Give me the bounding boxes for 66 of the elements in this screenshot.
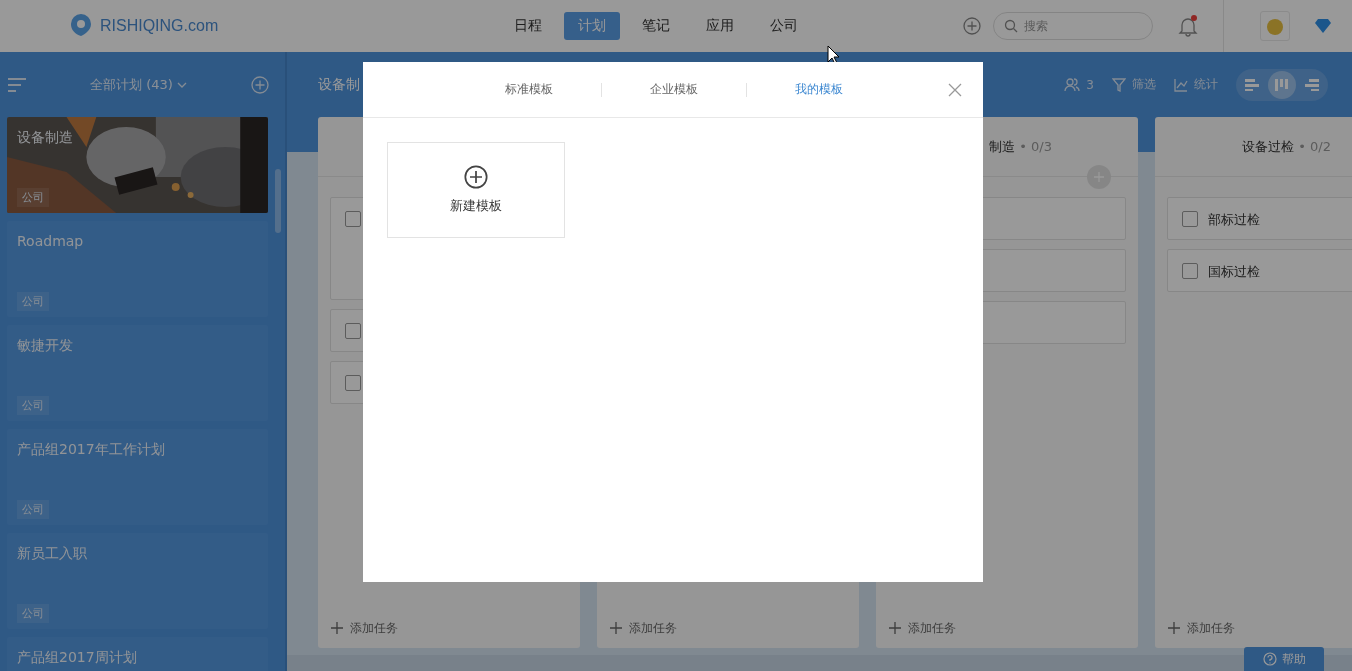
filter-button[interactable]: 筛选: [1112, 76, 1156, 93]
column-title: 设备过检 • 0/2: [1242, 137, 1331, 156]
checkbox[interactable]: [1182, 211, 1198, 227]
plus-icon: [609, 621, 623, 635]
template-tab[interactable]: 企业模板: [602, 81, 746, 98]
plan-title: 产品组2017年工作计划: [17, 441, 166, 459]
chevron-down-icon: [176, 81, 187, 88]
stats-button[interactable]: 统计: [1174, 76, 1218, 93]
checkbox[interactable]: [345, 375, 361, 391]
plan-title: 新员工入职: [17, 545, 88, 563]
plan-title: 产品组2017周计划: [17, 649, 138, 667]
add-task-button[interactable]: 添加任务: [1155, 608, 1352, 648]
checkbox[interactable]: [1182, 263, 1198, 279]
logo-text: RISHIQING.com: [100, 17, 219, 35]
task-label: 国标过检: [1208, 263, 1260, 281]
new-template-card[interactable]: 新建模板: [387, 142, 565, 238]
diamond-icon[interactable]: [1314, 18, 1332, 34]
people-icon: [1064, 77, 1081, 92]
plus-icon: [1167, 621, 1181, 635]
search-icon: [1004, 19, 1018, 33]
board-title: 设备制: [318, 75, 360, 94]
plan-card[interactable]: 产品组2017年工作计划 公司: [7, 429, 268, 525]
line-chart-icon: [1174, 77, 1188, 92]
avatar[interactable]: [1260, 11, 1290, 41]
add-task-button[interactable]: 添加任务: [876, 608, 1138, 648]
nav-tab[interactable]: 日程: [500, 12, 556, 40]
funnel-icon: [1112, 77, 1126, 92]
task-label: 部标过检: [1208, 211, 1260, 229]
nav-tab[interactable]: 应用: [692, 12, 748, 40]
column-title: 制造 • 0/3: [989, 137, 1052, 156]
plan-filter-dropdown[interactable]: 全部计划 (43): [26, 75, 251, 94]
help-button[interactable]: 帮助: [1244, 647, 1324, 671]
plan-card[interactable]: 敏捷开发 公司: [7, 325, 268, 421]
question-icon: [1262, 652, 1277, 666]
plan-title: Roadmap: [17, 233, 85, 249]
plan-card[interactable]: 新员工入职 公司: [7, 533, 268, 629]
plan-title: 设备制造: [17, 129, 74, 147]
add-task-button[interactable]: 添加任务: [597, 608, 859, 648]
plan-card[interactable]: Roadmap 公司: [7, 221, 268, 317]
members-button[interactable]: 3: [1064, 77, 1094, 92]
plan-card[interactable]: 产品组2017周计划: [7, 637, 268, 671]
columns-icon: [1275, 78, 1289, 91]
nav-tab[interactable]: 公司: [756, 12, 812, 40]
horizontal-scrollbar[interactable]: [287, 655, 1352, 671]
task-card[interactable]: 国标过检: [1167, 249, 1352, 292]
add-task-button[interactable]: 添加任务: [318, 608, 580, 648]
nav-tab[interactable]: 计划: [564, 12, 620, 40]
plus-icon: [888, 621, 902, 635]
avatar-icon: [1265, 16, 1285, 36]
plan-title: 敏捷开发: [17, 337, 74, 355]
bars-icon: [1305, 78, 1319, 91]
logo-pin-icon: [70, 13, 92, 39]
add-icon: [464, 165, 488, 189]
plus-icon: [330, 621, 344, 635]
template-tab[interactable]: 标准模板: [457, 81, 601, 98]
gantt-icon: [1245, 78, 1259, 91]
new-template-label: 新建模板: [450, 197, 502, 215]
checkbox[interactable]: [345, 323, 361, 339]
checkbox[interactable]: [345, 211, 361, 227]
add-plan-icon: [251, 75, 269, 94]
nav-tab[interactable]: 笔记: [628, 12, 684, 40]
plan-card[interactable]: 设备制造 公司: [7, 117, 268, 213]
menu-icon[interactable]: [8, 76, 26, 93]
template-tab[interactable]: 我的模板: [747, 81, 891, 98]
task-card[interactable]: 部标过检: [1167, 197, 1352, 240]
add-icon: [963, 17, 981, 35]
